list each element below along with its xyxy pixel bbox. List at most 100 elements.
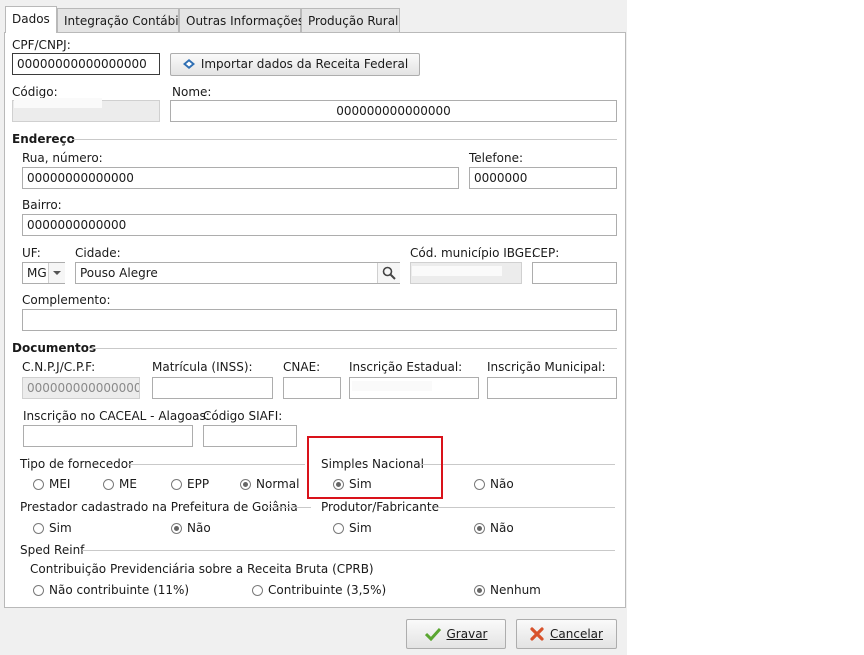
radio-prestador-sim[interactable]: Sim [33,521,72,535]
radio-indicator [103,479,114,490]
cnae-input[interactable] [283,377,341,399]
uf-dropdown-arrow[interactable] [48,263,65,283]
codigo-label: Código: [12,85,58,99]
radio-tipo-epp[interactable]: EPP [171,477,209,491]
nome-input[interactable]: 000000000000000 [170,100,617,122]
close-icon [530,623,544,651]
redacted-area [14,98,102,108]
radio-tipo-mei[interactable]: MEI [33,477,70,491]
complemento-label: Complemento: [22,293,111,307]
cep-label: CEP: [532,246,560,260]
tab-dados[interactable]: Dados [5,6,57,33]
inscricao-municipal-input[interactable] [487,377,617,399]
cep-input[interactable] [532,262,617,284]
section-divider [420,464,615,465]
rua-label: Rua, número: [22,151,103,165]
cidade-input[interactable]: Pouso Alegre [75,262,400,284]
gravar-button[interactable]: Gravar [406,619,506,649]
tab-integracao-contabil[interactable]: Integração Contábil [57,8,182,32]
radio-indicator [171,479,182,490]
matricula-input[interactable] [152,377,273,399]
telefone-input[interactable]: 0000000 [469,167,617,189]
redacted-area [412,266,502,276]
documentos-section-title: Documentos [12,341,97,355]
cnae-label: CNAE: [283,360,321,374]
tipo-fornecedor-title: Tipo de fornecedor [20,457,134,471]
radio-label: Nenhum [490,583,541,597]
section-divider [128,464,305,465]
produtor-title: Produtor/Fabricante [321,500,439,514]
caceal-label: Inscrição no CACEAL - Alagoas: [23,409,210,423]
cancelar-button[interactable]: Cancelar [516,619,617,649]
radio-simples-nao[interactable]: Não [474,477,514,491]
radio-prestador-nao[interactable]: Não [171,521,211,535]
siafi-label: Código SIAFI: [203,409,283,423]
radio-label: Não [187,521,211,535]
radio-label: Sim [49,521,72,535]
redacted-area [352,381,432,391]
radio-label: EPP [187,477,210,491]
radio-cprb-nao-contribuinte[interactable]: Não contribuinte (11%) [33,583,189,597]
tab-producao-rural[interactable]: Produção Rural [301,8,400,32]
radio-label: ME [119,477,137,491]
radio-label: Normal [256,477,300,491]
sped-reinf-title: Sped Reinf [20,543,85,557]
radio-tipo-normal[interactable]: Normal [240,477,299,491]
radio-indicator [33,523,44,534]
radio-label: Não contribuinte (11%) [49,583,190,597]
cpf-label: CPF/CNPJ: [12,38,71,52]
radio-indicator [474,523,485,534]
bairro-input[interactable]: 0000000000000 [22,214,617,236]
radio-indicator [474,479,485,490]
matricula-label: Matrícula (INSS): [152,360,253,374]
section-divider [72,139,617,140]
radio-indicator [474,585,485,596]
cancelar-label: Cancelar [550,627,603,641]
radio-label: Não [490,521,514,535]
cnpj-input[interactable]: 00000000000000000 [22,377,140,399]
telefone-label: Telefone: [469,151,523,165]
tab-label: Produção Rural [308,14,399,28]
cidade-search-button[interactable] [377,263,400,283]
radio-indicator [33,479,44,490]
inscricao-municipal-label: Inscrição Municipal: [487,360,606,374]
complemento-input[interactable] [22,309,617,331]
radio-label: Contribuinte (3,5%) [268,583,387,597]
radio-label: Sim [349,521,372,535]
radio-label: Não [490,477,514,491]
highlight-box [307,436,443,499]
cidade-label: Cidade: [75,246,121,260]
siafi-input[interactable] [203,425,297,447]
rua-input[interactable]: 00000000000000 [22,167,459,189]
cnpj-label: C.N.P.J/C.P.F: [22,360,96,374]
prestador-title: Prestador cadastrado na Prefeitura de Go… [20,500,298,514]
radio-label: MEI [49,477,71,491]
caceal-input[interactable] [23,425,193,447]
radio-indicator [240,479,251,490]
radio-indicator [333,523,344,534]
radio-cprb-contribuinte[interactable]: Contribuinte (3,5%) [252,583,386,597]
radio-produtor-nao[interactable]: Não [474,521,514,535]
section-divider [435,507,615,508]
radio-cprb-nenhum[interactable]: Nenhum [474,583,541,597]
uf-value: MG [27,266,47,280]
gravar-label: Gravar [446,627,488,641]
cprb-subtitle: Contribuição Previdenciária sobre a Rece… [30,562,374,576]
tab-label: Outras Informações [186,14,305,28]
import-icon [182,56,196,77]
radio-produtor-sim[interactable]: Sim [333,521,372,535]
cpf-input[interactable]: 00000000000000000 [12,53,160,75]
section-divider [266,507,311,508]
section-divider [88,348,617,349]
inscricao-estadual-label: Inscrição Estadual: [349,360,463,374]
import-receita-button[interactable]: Importar dados da Receita Federal [170,53,420,76]
radio-indicator [171,523,182,534]
section-divider [82,550,615,551]
tab-outras-informacoes[interactable]: Outras Informações [179,8,305,32]
ibge-label: Cód. município IBGE: [410,246,536,260]
import-button-label: Importar dados da Receita Federal [200,57,409,71]
radio-tipo-me[interactable]: ME [103,477,137,491]
uf-label: UF: [22,246,41,260]
tab-label: Dados [12,12,50,26]
endereco-section-title: Endereço [12,132,75,146]
